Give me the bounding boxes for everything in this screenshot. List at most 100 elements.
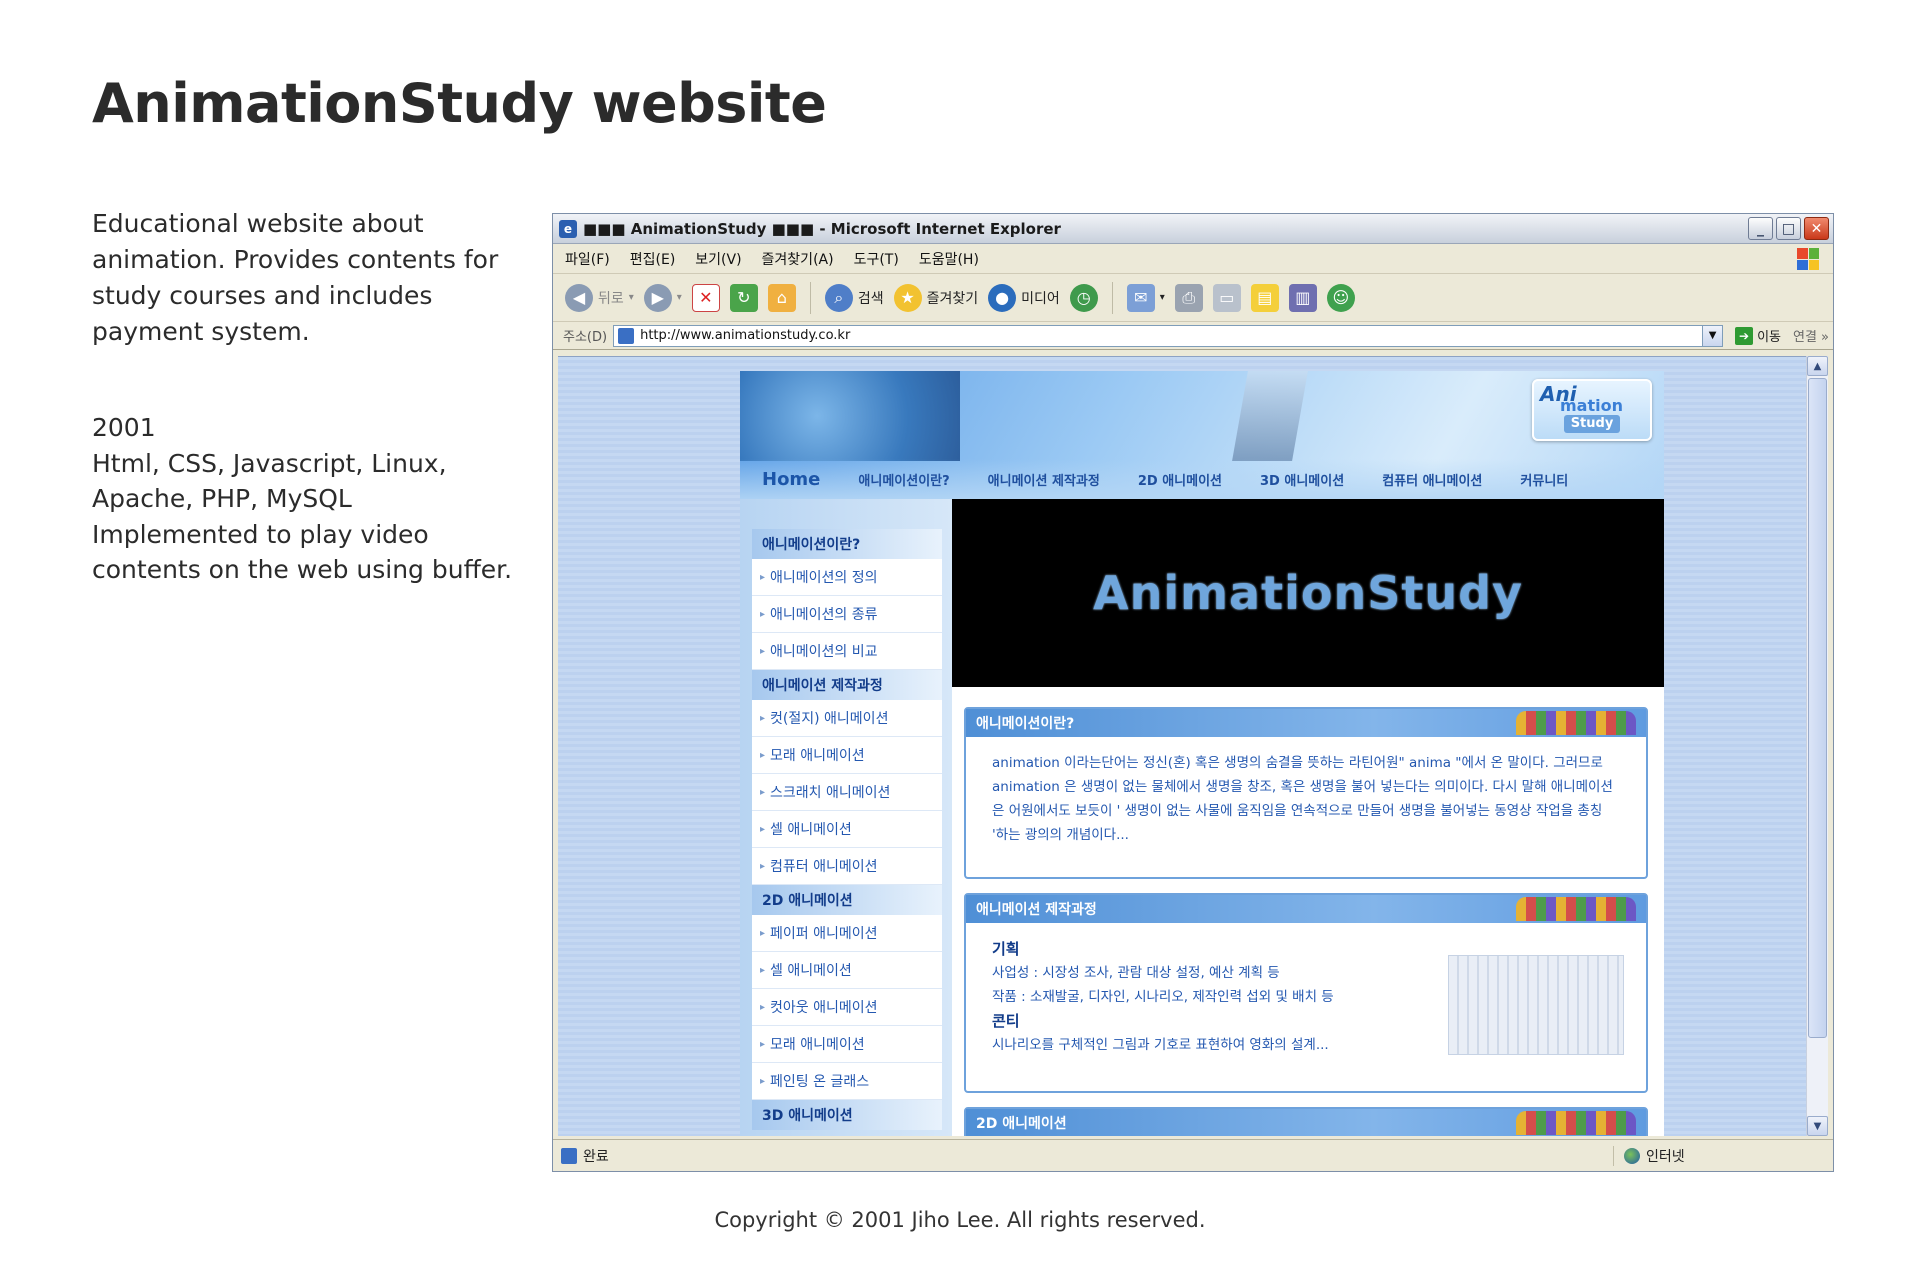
nav-what-is-animation[interactable]: 애니메이션이란?	[858, 470, 949, 489]
hero-banner: AnimationStudy	[952, 499, 1664, 687]
page-icon	[618, 327, 635, 344]
vertical-scrollbar[interactable]: ▲ ▼	[1806, 356, 1828, 1136]
project-note: Implemented to play video contents on th…	[92, 519, 513, 585]
sidebar-item[interactable]: 셀 애니메이션	[752, 952, 942, 989]
links-button[interactable]: 연결 »	[1793, 326, 1833, 345]
nav-2d-animation[interactable]: 2D 애니메이션	[1138, 470, 1222, 489]
scroll-thumb[interactable]	[1808, 378, 1827, 1038]
refresh-button[interactable]: ↻	[729, 283, 758, 312]
sidebar-item[interactable]: 애니메이션의 정의	[752, 559, 942, 596]
forward-arrow-icon: ▶	[643, 283, 672, 312]
sidebar-item[interactable]: 컷아웃 애니메이션	[752, 989, 942, 1026]
research-button[interactable]: ▥	[1288, 283, 1317, 312]
site-header: Ani mation Study Home 애니메이션이란? 애니메이션 제작과…	[740, 371, 1664, 499]
home-button[interactable]: ⌂	[767, 283, 796, 312]
print-button[interactable]: ⎙	[1174, 283, 1203, 312]
search-button[interactable]: ⌕ 검색	[824, 283, 884, 312]
menu-file[interactable]: 파일(F)	[565, 249, 610, 269]
menu-help[interactable]: 도움말(H)	[919, 249, 979, 269]
back-dropdown-icon[interactable]: ▾	[629, 292, 634, 303]
sidebar-item[interactable]: 페인팅 온 글래스	[752, 1063, 942, 1100]
sidebar-category[interactable]: 애니메이션 제작과정	[752, 670, 942, 700]
close-icon[interactable]: ✕	[1804, 217, 1829, 240]
media-icon: ●	[988, 283, 1017, 312]
maximize-icon[interactable]: □	[1776, 217, 1801, 240]
globe-icon	[1624, 1147, 1640, 1164]
browser-titlebar[interactable]: e ■■■ AnimationStudy ■■■ - Microsoft Int…	[553, 214, 1833, 244]
minimize-icon[interactable]: _	[1748, 217, 1773, 240]
nav-production-process[interactable]: 애니메이션 제작과정	[988, 470, 1100, 489]
nav-computer-animation[interactable]: 컴퓨터 애니메이션	[1382, 470, 1482, 489]
menu-view[interactable]: 보기(V)	[695, 249, 741, 269]
mail-icon: ✉	[1126, 283, 1155, 312]
print-icon: ⎙	[1174, 283, 1203, 312]
characters-image	[1516, 897, 1636, 921]
history-button[interactable]: ◷	[1069, 283, 1098, 312]
edit-button[interactable]: ▭	[1212, 283, 1241, 312]
note-icon: ▤	[1250, 283, 1279, 312]
stop-icon: ✕	[691, 283, 720, 312]
scroll-down-icon[interactable]: ▼	[1807, 1116, 1828, 1136]
menu-tools[interactable]: 도구(T)	[854, 249, 899, 269]
forward-dropdown-icon[interactable]: ▾	[677, 292, 682, 303]
site-main: AnimationStudy 애니메이션이란? animation 이라는단어는…	[952, 499, 1664, 1136]
mail-button[interactable]: ✉ ▾	[1126, 283, 1165, 312]
nav-3d-animation[interactable]: 3D 애니메이션	[1260, 470, 1344, 489]
go-button[interactable]: ➔ 이동	[1729, 326, 1787, 345]
sidebar-category[interactable]: 2D 애니메이션	[752, 885, 942, 915]
menu-bar: 파일(F) 편집(E) 보기(V) 즐겨찾기(A) 도구(T) 도움말(H)	[553, 244, 1833, 274]
content-box-2d: 2D 애니메이션	[964, 1107, 1648, 1136]
toolbar-separator	[1111, 281, 1113, 314]
characters-image	[1516, 1111, 1636, 1135]
nav-community[interactable]: 커뮤니티	[1520, 470, 1568, 489]
windows-logo-icon	[1797, 248, 1819, 270]
sidebar-item[interactable]: 모래 애니메이션	[752, 1026, 942, 1063]
ie-icon: e	[559, 219, 577, 238]
site-sidebar: 애니메이션이란? 애니메이션의 정의 애니메이션의 종류 애니메이션의 비교 애…	[740, 499, 952, 1136]
status-bar: 완료 인터넷	[553, 1139, 1833, 1171]
project-meta: 2001 Html, CSS, Javascript, Linux, Apach…	[92, 410, 542, 588]
sidebar-menu: 애니메이션이란? 애니메이션의 정의 애니메이션의 종류 애니메이션의 비교 애…	[752, 529, 942, 1130]
storyboard-thumbnail[interactable]	[1448, 955, 1624, 1055]
toolbar-separator	[809, 281, 811, 314]
sidebar-category[interactable]: 3D 애니메이션	[752, 1100, 942, 1130]
content-box-intro: 애니메이션이란? animation 이라는단어는 정신(혼) 혹은 생명의 숨…	[964, 707, 1648, 879]
menu-edit[interactable]: 편집(E)	[630, 249, 676, 269]
menu-favorites[interactable]: 즐겨찾기(A)	[762, 249, 834, 269]
chevron-down-icon[interactable]: ▼	[1702, 325, 1723, 346]
history-icon: ◷	[1069, 283, 1098, 312]
page-title: AnimationStudy website	[92, 72, 827, 135]
address-label: 주소(D)	[563, 330, 608, 345]
browser-viewport: Ani mation Study Home 애니메이션이란? 애니메이션 제작과…	[558, 356, 1807, 1136]
scroll-up-icon[interactable]: ▲	[1807, 356, 1828, 376]
messenger-button[interactable]: ☺	[1326, 283, 1355, 312]
nav-home[interactable]: Home	[762, 469, 820, 490]
sidebar-item[interactable]: 컴퓨터 애니메이션	[752, 848, 942, 885]
window-title: ■■■ AnimationStudy ■■■ - Microsoft Inter…	[583, 219, 1061, 238]
sidebar-category[interactable]: 애니메이션이란?	[752, 529, 942, 559]
status-done: 완료	[561, 1146, 1613, 1166]
mail-dropdown-icon[interactable]: ▾	[1160, 292, 1165, 303]
sidebar-item[interactable]: 컷(절지) 애니메이션	[752, 700, 942, 737]
sidebar-item[interactable]: 스크래치 애니메이션	[752, 774, 942, 811]
window-controls: _ □ ✕	[1748, 217, 1829, 240]
back-arrow-icon: ◀	[565, 283, 593, 312]
sidebar-item[interactable]: 애니메이션의 비교	[752, 633, 942, 670]
favorites-button[interactable]: ★ 즐겨찾기	[893, 283, 978, 312]
sidebar-item[interactable]: 애니메이션의 종류	[752, 596, 942, 633]
copyright: Copyright © 2001 Jiho Lee. All rights re…	[714, 1208, 1206, 1232]
site-logo[interactable]: Ani mation Study	[1532, 379, 1652, 441]
forward-button[interactable]: ▶ ▾	[643, 283, 682, 312]
sidebar-item[interactable]: 셀 애니메이션	[752, 811, 942, 848]
address-input[interactable]: http://www.animationstudy.co.kr ▼	[613, 324, 1724, 347]
content-box-process: 애니메이션 제작과정 기획 사업성 : 시장성 조사, 관람 대상 설정, 예산…	[964, 893, 1648, 1093]
stop-button[interactable]: ✕	[691, 283, 720, 312]
back-button[interactable]: ◀ 뒤로 ▾	[565, 283, 634, 312]
sidebar-item[interactable]: 페이퍼 애니메이션	[752, 915, 942, 952]
box-header: 2D 애니메이션	[966, 1109, 1646, 1136]
discuss-button[interactable]: ▤	[1250, 283, 1279, 312]
header-artwork	[740, 371, 960, 461]
address-value: http://www.animationstudy.co.kr	[640, 328, 851, 343]
media-button[interactable]: ● 미디어	[988, 283, 1060, 312]
sidebar-item[interactable]: 모래 애니메이션	[752, 737, 942, 774]
